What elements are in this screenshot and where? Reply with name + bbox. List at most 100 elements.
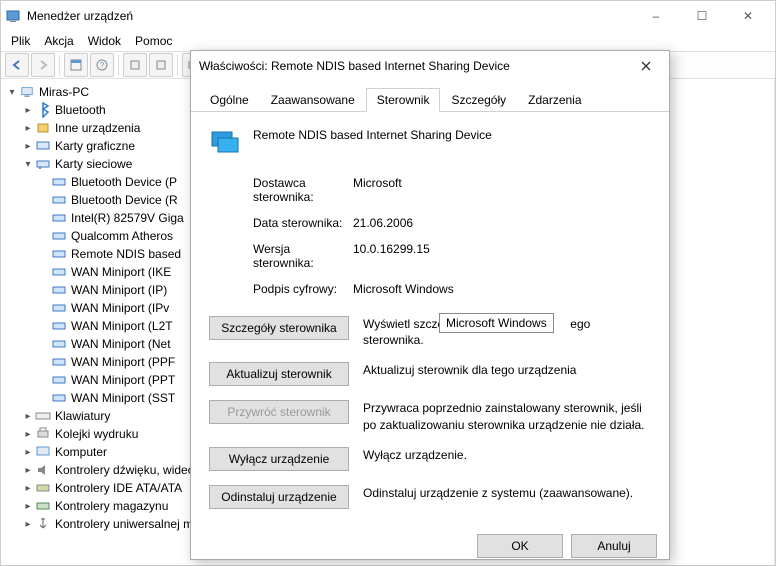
separator [59,55,60,75]
toolbar-button-6[interactable] [149,53,173,77]
expand-toggle[interactable]: ▸ [21,519,35,530]
disable-device-desc: Wyłącz urządzenie. [363,447,651,463]
menubar: Plik Akcja Widok Pomoc [1,31,775,51]
tree-label: Bluetooth [55,103,106,117]
tree-label: WAN Miniport (Net [71,337,171,351]
close-button[interactable]: ✕ [725,1,771,31]
menu-help[interactable]: Pomoc [135,34,172,48]
dialog-title: Właściwości: Remote NDIS based Internet … [199,59,631,73]
tree-label: Inne urządzenia [55,121,140,135]
expand-toggle[interactable]: ▾ [21,159,35,170]
window-controls: – ☐ ✕ [633,1,771,31]
tree-label: WAN Miniport (L2T [71,319,173,333]
network-adapter-icon [51,192,67,208]
update-driver-button[interactable]: Aktualizuj sterownik [209,362,349,386]
menu-action[interactable]: Akcja [44,34,73,48]
svg-text:?: ? [100,61,105,70]
device-icon [35,120,51,136]
ok-button[interactable]: OK [477,534,563,558]
network-adapter-icon [51,246,67,262]
expand-toggle[interactable]: ▸ [21,501,35,512]
bluetooth-icon [35,102,51,118]
expand-toggle[interactable]: ▸ [21,483,35,494]
help-toolbar-button[interactable]: ? [90,53,114,77]
dialog-footer: OK Anuluj [191,533,669,559]
maximize-button[interactable]: ☐ [679,1,725,31]
driver-details-button[interactable]: Szczegóły sterownika [209,316,349,340]
network-adapter-icon [51,210,67,226]
properties-toolbar-button[interactable] [64,53,88,77]
device-large-icon [209,126,241,158]
network-adapter-icon [51,336,67,352]
menu-file[interactable]: Plik [11,34,30,48]
expand-toggle[interactable]: ▸ [21,465,35,476]
expand-toggle[interactable]: ▸ [21,141,35,152]
minimize-button[interactable]: – [633,1,679,31]
expand-toggle[interactable]: ▸ [21,447,35,458]
rollback-driver-desc: Przywraca poprzednio zainstalowany stero… [363,400,651,432]
rollback-driver-button: Przywróć sterownik [209,400,349,424]
network-adapter-icon [51,372,67,388]
forward-button[interactable] [31,53,55,77]
dialog-titlebar: Właściwości: Remote NDIS based Internet … [191,51,669,81]
tree-label: WAN Miniport (IPv [71,301,169,315]
tree-label: WAN Miniport (PPF [71,355,175,369]
expand-toggle[interactable]: ▸ [21,105,35,116]
keyboard-icon [35,408,51,424]
tab-advanced[interactable]: Zaawansowane [260,88,366,112]
menu-view[interactable]: Widok [88,34,121,48]
network-adapter-icon [51,390,67,406]
tab-details[interactable]: Szczegóły [440,88,517,112]
signer-value: Microsoft Windows [353,282,454,296]
tab-driver[interactable]: Sterownik [366,88,441,112]
tree-label: Kolejki wydruku [55,427,138,441]
network-adapter-icon [51,174,67,190]
tree-label: WAN Miniport (SST [71,391,175,405]
disable-device-button[interactable]: Wyłącz urządzenie [209,447,349,471]
driver-details-desc: Wyświetl szczeg Microsoft Windows ego st… [363,316,651,348]
display-adapter-icon [35,138,51,154]
tree-label: Remote NDIS based [71,247,181,261]
uninstall-device-button[interactable]: Odinstaluj urządzenie [209,485,349,509]
toolbar-button-5[interactable] [123,53,147,77]
tab-events[interactable]: Zdarzenia [517,88,592,112]
network-adapter-icon [51,228,67,244]
provider-value: Microsoft [353,176,402,204]
computer-icon [35,444,51,460]
device-name: Remote NDIS based Internet Sharing Devic… [253,126,492,142]
usb-controller-icon [35,516,51,532]
sound-icon [35,462,51,478]
expand-toggle[interactable]: ▸ [21,123,35,134]
network-adapter-icon [35,156,51,172]
network-adapter-icon [51,300,67,316]
tree-label: Intel(R) 82579V Giga [71,211,184,225]
driver-date-label: Data sterownika: [253,216,353,230]
network-adapter-icon [51,354,67,370]
tree-label: Qualcomm Atheros [71,229,173,243]
provider-label: Dostawca sterownika: [253,176,353,204]
tab-general[interactable]: Ogólne [199,88,260,112]
dialog-close-button[interactable] [631,51,661,81]
main-titlebar: Menedżer urządzeń – ☐ ✕ [1,1,775,31]
dialog-tabs: Ogólne Zaawansowane Sterownik Szczegóły … [191,81,669,112]
cancel-button[interactable]: Anuluj [571,534,657,558]
main-title: Menedżer urządzeń [27,9,633,23]
tree-label: Karty sieciowe [55,157,132,171]
tooltip: Microsoft Windows [439,313,554,333]
storage-controller-icon [35,498,51,514]
separator [118,55,119,75]
driver-version-label: Wersja sterownika: [253,242,353,270]
expand-toggle[interactable]: ▸ [21,429,35,440]
tree-label: Kontrolery IDE ATA/ATA [55,481,182,495]
back-button[interactable] [5,53,29,77]
driver-version-value: 10.0.16299.15 [353,242,430,270]
tree-label: Karty graficzne [55,139,135,153]
tree-label: Bluetooth Device (P [71,175,177,189]
app-icon [5,8,21,24]
network-adapter-icon [51,318,67,334]
expand-toggle[interactable]: ▸ [21,411,35,422]
separator [177,55,178,75]
signer-label: Podpis cyfrowy: [253,282,353,296]
network-adapter-icon [51,282,67,298]
expand-toggle[interactable]: ▾ [5,87,19,98]
